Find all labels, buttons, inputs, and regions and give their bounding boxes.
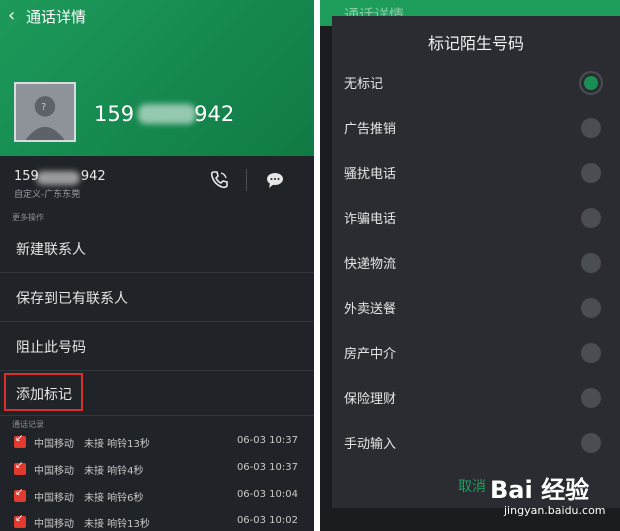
option-fraud[interactable]: 诈骗电话 bbox=[332, 196, 620, 241]
log-time: 06-03 10:37 bbox=[236, 462, 298, 473]
log-status: 未接 响铃4秒 bbox=[84, 466, 144, 477]
call-log-row[interactable]: 中国移动 未接 响铃6秒 06-03 10:04 bbox=[0, 484, 314, 509]
option-ads[interactable]: 广告推销 bbox=[332, 106, 620, 151]
page-title: 通话详情 bbox=[26, 8, 87, 26]
message-icon[interactable] bbox=[266, 171, 284, 189]
option-realestate[interactable]: 房产中介 bbox=[332, 331, 620, 376]
highlight-box bbox=[4, 373, 83, 411]
radio-icon[interactable] bbox=[581, 298, 601, 318]
log-carrier: 中国移动 bbox=[34, 439, 74, 450]
menu-block-number[interactable]: 阻止此号码 bbox=[0, 322, 314, 371]
option-manual[interactable]: 手动输入 bbox=[332, 421, 620, 466]
option-none[interactable]: 无标记 bbox=[332, 61, 620, 106]
log-status: 未接 响铃6秒 bbox=[84, 493, 144, 504]
radio-icon[interactable] bbox=[581, 163, 601, 183]
option-delivery[interactable]: 快递物流 bbox=[332, 241, 620, 286]
watermark-url: jingyan.baidu.com bbox=[504, 504, 606, 517]
phone-call-icon[interactable] bbox=[208, 169, 230, 191]
radio-icon[interactable] bbox=[581, 388, 601, 408]
redaction-blur bbox=[36, 171, 80, 185]
contact-header: ‹ 通话详情 ? 159 942 bbox=[0, 0, 314, 156]
call-log-row[interactable]: 中国移动 未接 响铃4秒 06-03 10:37 bbox=[0, 457, 314, 482]
radio-icon[interactable] bbox=[581, 253, 601, 273]
mark-number-screen: 通话详情 标记陌生号码 无标记 广告推销 骚扰电话 诈骗电话 快递物流 外卖送餐… bbox=[320, 0, 620, 531]
log-status: 未接 响铃13秒 bbox=[84, 519, 150, 530]
option-takeout[interactable]: 外卖送餐 bbox=[332, 286, 620, 331]
more-actions-label: 更多操作 bbox=[12, 213, 44, 222]
location-label: 自定义-广东东莞 bbox=[14, 190, 81, 200]
option-insurance[interactable]: 保险理财 bbox=[332, 376, 620, 421]
dialog-title: 标记陌生号码 bbox=[427, 34, 524, 53]
missed-call-icon bbox=[14, 460, 26, 475]
call-details-screen: ‹ 通话详情 ? 159 942 159 942 自定义-广东东莞 更多操作 新… bbox=[0, 0, 314, 531]
menu-save-existing[interactable]: 保存到已有联系人 bbox=[0, 273, 314, 322]
log-carrier: 中国移动 bbox=[34, 519, 74, 530]
log-carrier: 中国移动 bbox=[34, 493, 74, 504]
radio-icon[interactable] bbox=[581, 208, 601, 228]
radio-icon[interactable] bbox=[581, 118, 601, 138]
missed-call-icon bbox=[14, 487, 26, 502]
watermark-logo: Bai 经验 bbox=[490, 476, 590, 504]
log-status: 未接 响铃13秒 bbox=[84, 439, 150, 450]
baidu-watermark: Bai 经验 jingyan.baidu.com bbox=[470, 470, 620, 531]
missed-call-icon bbox=[14, 433, 26, 448]
redaction-blur bbox=[138, 104, 196, 124]
menu-new-contact[interactable]: 新建联系人 bbox=[0, 224, 314, 273]
mark-dialog: 标记陌生号码 无标记 广告推销 骚扰电话 诈骗电话 快递物流 外卖送餐 房产中介… bbox=[332, 16, 620, 508]
radio-icon[interactable] bbox=[581, 343, 601, 363]
call-log-row[interactable]: 中国移动 未接 响铃13秒 06-03 10:37 bbox=[0, 430, 314, 455]
option-harassment[interactable]: 骚扰电话 bbox=[332, 151, 620, 196]
radio-icon[interactable] bbox=[581, 433, 601, 453]
number-row: 159 942 自定义-广东东莞 bbox=[0, 157, 314, 205]
log-time: 06-03 10:02 bbox=[236, 515, 298, 526]
missed-call-icon bbox=[14, 513, 26, 528]
log-time: 06-03 10:37 bbox=[236, 435, 298, 446]
call-log-row[interactable]: 中国移动 未接 响铃13秒 06-03 10:02 bbox=[0, 510, 314, 531]
radio-selected-icon[interactable] bbox=[581, 73, 601, 93]
log-time: 06-03 10:04 bbox=[236, 489, 298, 500]
svg-text:?: ? bbox=[41, 102, 46, 113]
divider bbox=[246, 169, 247, 191]
back-arrow-icon[interactable]: ‹ bbox=[8, 5, 15, 26]
log-carrier: 中国移动 bbox=[34, 466, 74, 477]
call-log-label: 通话记录 bbox=[12, 420, 44, 429]
avatar: ? bbox=[14, 82, 76, 142]
